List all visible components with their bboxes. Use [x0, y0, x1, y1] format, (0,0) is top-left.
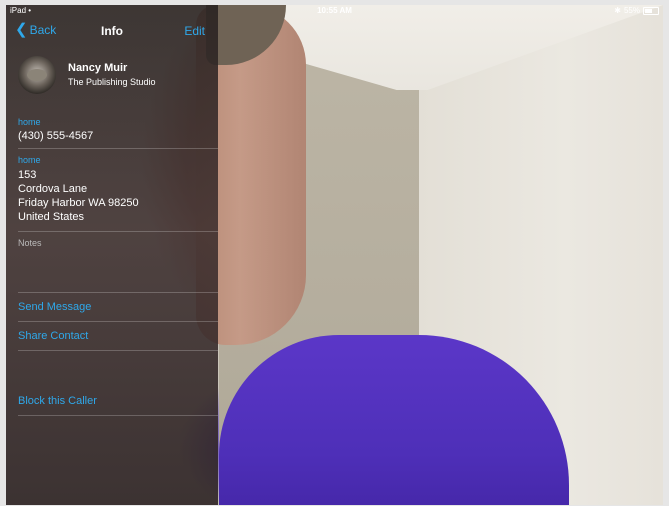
address-value[interactable]: 153 Cordova Lane Friday Harbor WA 98250 … [18, 168, 139, 224]
phone-label: home [18, 117, 41, 127]
contact-name: Nancy Muir [68, 62, 128, 74]
divider [18, 231, 218, 232]
battery-percent: 55% [623, 6, 640, 15]
battery-icon [643, 7, 659, 15]
address-line: United States [18, 211, 85, 223]
address-label: home [18, 155, 41, 165]
avatar[interactable] [18, 56, 56, 94]
notes-label: Notes [18, 238, 42, 248]
divider [18, 415, 218, 416]
contact-company: The Publishing Studio [68, 77, 156, 87]
send-message-button[interactable]: Send Message [18, 301, 91, 313]
address-line: Friday Harbor WA 98250 [18, 197, 139, 209]
edit-button[interactable]: Edit [184, 24, 205, 38]
phone-value[interactable]: (430) 555-4567 [18, 129, 93, 143]
share-contact-button[interactable]: Share Contact [18, 330, 88, 342]
contact-header: Nancy Muir The Publishing Studio [18, 56, 213, 96]
nav-bar: ❮ Back Info Edit [6, 22, 218, 43]
block-caller-button[interactable]: Block this Caller [18, 395, 97, 407]
address-line: Cordova Lane [18, 183, 88, 195]
bluetooth-icon: ✱ [614, 6, 621, 15]
status-bar: iPad • 10:55 AM ✱ 55% [6, 5, 663, 17]
divider [18, 292, 218, 293]
divider [18, 350, 218, 351]
address-line: 153 [18, 169, 37, 181]
divider [18, 148, 218, 149]
status-right: ✱ 55% [614, 5, 659, 17]
screen: iPad • 10:55 AM ✱ 55% ❮ Back Info Edit N… [6, 5, 663, 505]
status-time: 10:55 AM [317, 6, 352, 15]
divider [18, 321, 218, 322]
contact-info-panel: ❮ Back Info Edit Nancy Muir The Publishi… [6, 5, 218, 505]
